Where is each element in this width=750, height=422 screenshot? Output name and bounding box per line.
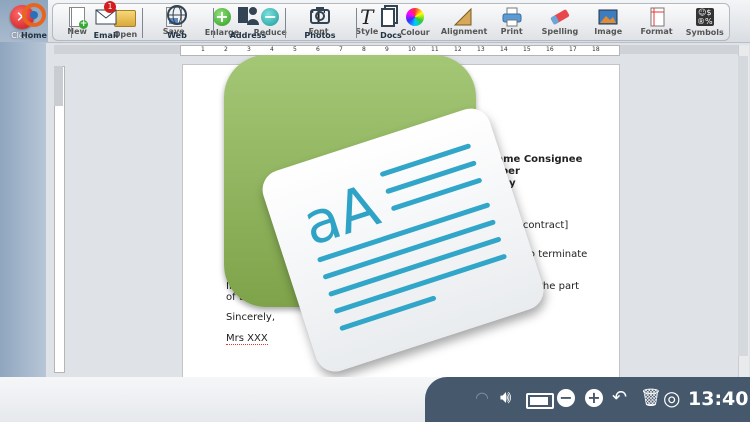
- ruler-number: 3: [247, 46, 251, 53]
- ruler-number: 12: [454, 46, 462, 53]
- docs-icon: [361, 3, 421, 27]
- page-format-icon: [646, 7, 668, 27]
- camera-icon: [290, 3, 350, 27]
- horizontal-ruler-track-right: [618, 45, 738, 54]
- dock-docs[interactable]: Docs: [361, 3, 421, 40]
- spelling-button[interactable]: Spelling: [537, 4, 582, 36]
- globe-icon: [147, 3, 207, 27]
- dock-separator: [356, 8, 357, 38]
- back-arrow-icon[interactable]: ↶: [612, 386, 627, 410]
- symbols-button[interactable]: ☺$ ®% Symbols: [682, 4, 727, 37]
- image-icon: [597, 7, 619, 27]
- ruler-number: 18: [592, 46, 600, 53]
- app-icon-glyph: aA: [295, 171, 388, 259]
- battery-icon: [526, 393, 554, 409]
- dock-address-label: Address: [229, 31, 267, 40]
- dock-docs-label: Docs: [380, 31, 402, 40]
- format-label: Format: [640, 27, 673, 36]
- zoom-in-icon[interactable]: +: [585, 389, 603, 407]
- help-lifebuoy-icon[interactable]: ◎: [663, 386, 680, 410]
- left-background-strip: [0, 42, 46, 377]
- ruler-number: 2: [224, 46, 228, 53]
- email-icon: 1: [76, 1, 136, 27]
- ruler-number: 6: [316, 46, 320, 53]
- ruler-number: 16: [546, 46, 554, 53]
- address-book-icon: [218, 3, 278, 27]
- trash-icon[interactable]: 🗑︎: [640, 386, 662, 410]
- print-label: Print: [500, 27, 523, 36]
- symbols-icon: ☺$ ®%: [695, 8, 714, 26]
- dock-separator: [285, 8, 286, 38]
- ruler-number: 17: [569, 46, 577, 53]
- vertical-ruler-margin: [54, 66, 63, 106]
- ruler-number: 10: [408, 46, 416, 53]
- dock-web-label: Web: [167, 31, 187, 40]
- image-label: Image: [594, 27, 623, 36]
- dock-separator: [142, 8, 143, 38]
- ruler-number: 13: [477, 46, 485, 53]
- alignment-button[interactable]: Alignment: [440, 4, 488, 36]
- ruler-number: 14: [500, 46, 508, 53]
- dock-home[interactable]: Home: [4, 3, 64, 40]
- image-button[interactable]: Image: [586, 4, 631, 36]
- wifi-icon: ◠: [475, 388, 489, 407]
- dock-email-label: Email: [93, 31, 119, 40]
- doc-line: the part: [539, 281, 580, 292]
- format-button[interactable]: Format: [634, 4, 679, 36]
- ruler-triangle-icon: [452, 7, 474, 27]
- ruler-number: 8: [362, 46, 366, 53]
- ruler-number: 15: [523, 46, 531, 53]
- eraser-icon: [549, 7, 571, 27]
- ruler-number: 5: [293, 46, 297, 53]
- dock-web[interactable]: Web: [147, 3, 207, 40]
- ruler-number: 7: [339, 46, 343, 53]
- dock-photos-label: Photos: [304, 31, 336, 40]
- symbols-label: Symbols: [685, 28, 724, 37]
- volume-icon[interactable]: 🔊︎: [500, 386, 511, 410]
- text-editor-app-icon: aA: [224, 55, 549, 377]
- ruler-number: 1: [201, 46, 205, 53]
- spelling-label: Spelling: [541, 27, 579, 36]
- home-logo-icon: [4, 3, 64, 27]
- print-button[interactable]: Print: [489, 4, 534, 36]
- alignment-label: Alignment: [440, 27, 488, 36]
- dock-separator: [71, 8, 72, 38]
- vertical-ruler[interactable]: [54, 66, 65, 373]
- dock-separator: [213, 8, 214, 38]
- clock: 13:40: [688, 388, 749, 410]
- zoom-out-icon[interactable]: −: [557, 389, 575, 407]
- scrollbar-thumb[interactable]: [738, 56, 748, 356]
- dock-home-label: Home: [21, 31, 47, 40]
- ruler-number: 9: [385, 46, 389, 53]
- email-badge: 1: [104, 1, 116, 13]
- dock-photos[interactable]: Photos: [290, 3, 350, 40]
- dock-email[interactable]: 1 Email: [76, 1, 136, 40]
- ruler-number: 11: [431, 46, 439, 53]
- ruler-number: 4: [270, 46, 274, 53]
- dock-address[interactable]: Address: [218, 3, 278, 40]
- printer-icon: [501, 7, 523, 27]
